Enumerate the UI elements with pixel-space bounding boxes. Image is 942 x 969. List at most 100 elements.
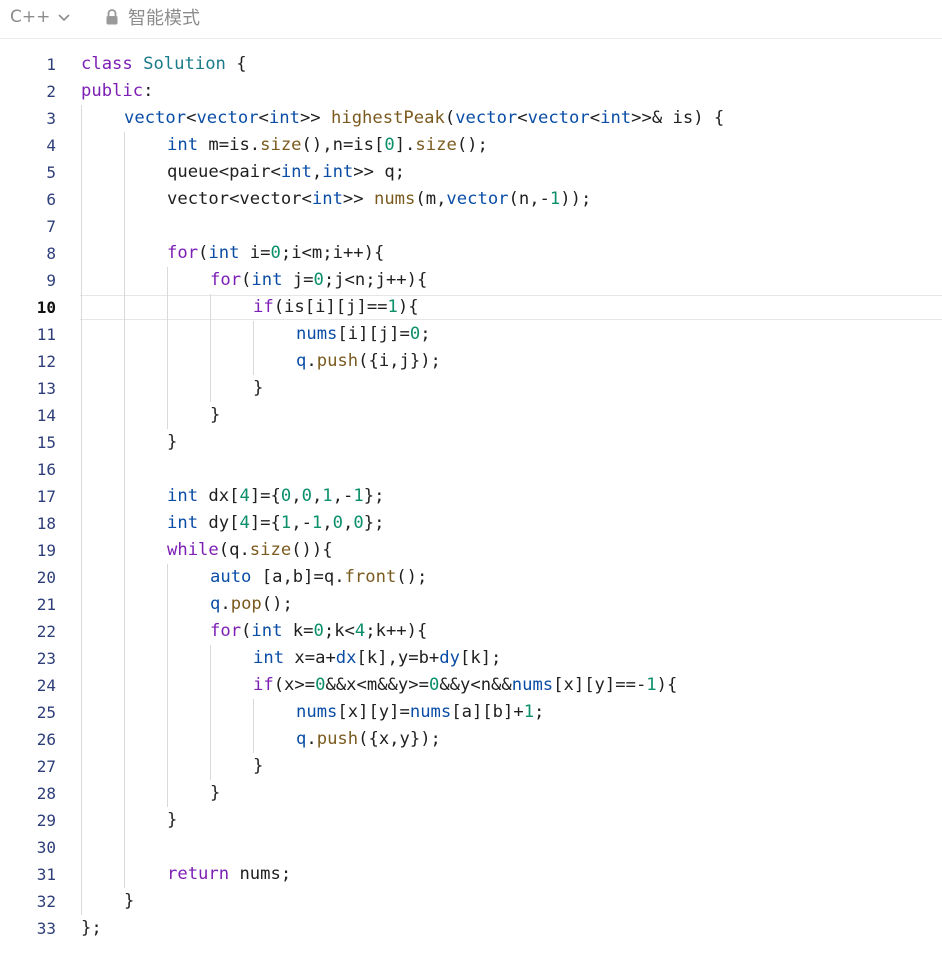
code-line[interactable]: 8 for(int i=0;i<m;i++){: [0, 240, 942, 267]
code-line[interactable]: 21 q.pop();: [0, 591, 942, 618]
code-line[interactable]: 7: [0, 213, 942, 240]
line-number: 1: [46, 55, 56, 74]
line-number: 23: [36, 649, 56, 668]
code-text: vector<vector<int>> highestPeak(vector<v…: [124, 108, 725, 128]
smart-mode-toggle[interactable]: 智能模式: [104, 5, 200, 29]
code-text: vector<vector<int>> nums(m,vector(n,-1))…: [167, 189, 592, 209]
code-line[interactable]: 3 vector<vector<int>> highestPeak(vector<…: [0, 105, 942, 132]
code-text: auto [a,b]=q.front();: [210, 567, 428, 587]
code-line[interactable]: 4 int m=is.size(),n=is[0].size();: [0, 132, 942, 159]
code-line[interactable]: 18 int dy[4]={1,-1,0,0};: [0, 510, 942, 537]
line-number: 31: [36, 865, 56, 884]
indent-guide: [210, 645, 211, 780]
indent-guide: [167, 267, 168, 429]
code-text: queue<pair<int,int>> q;: [167, 162, 406, 182]
code-line[interactable]: 13}: [0, 375, 942, 402]
line-number: 8: [46, 244, 56, 263]
line-number: 20: [36, 568, 56, 587]
code-text: int dy[4]={1,-1,0,0};: [167, 513, 385, 533]
chevron-down-icon: [58, 14, 70, 22]
code-text: int m=is.size(),n=is[0].size();: [167, 135, 488, 155]
code-line[interactable]: 29}: [0, 807, 942, 834]
line-number: 4: [46, 136, 56, 155]
lock-icon: [106, 9, 118, 25]
indent-guide: [210, 294, 211, 402]
code-line[interactable]: 26 q.push({x,y});: [0, 726, 942, 753]
code-line[interactable]: 24 if(x>=0&&x<m&&y>=0&&y<n&&nums[x][y]==-…: [0, 672, 942, 699]
code-text: }: [167, 432, 178, 452]
code-line[interactable]: 2 public:: [0, 78, 942, 105]
code-text: };: [81, 918, 102, 938]
code-editor[interactable]: 1 class Solution { 2 public: 3 vector<vector<…: [0, 50, 942, 969]
code-text: nums[x][y]=nums[a][b]+1;: [296, 702, 545, 722]
code-line[interactable]: 5 queue<pair<int,int>> q;: [0, 159, 942, 186]
code-line[interactable]: 12 q.push({i,j});: [0, 348, 942, 375]
line-number: 25: [36, 703, 56, 722]
code-text: int x=a+dx[k],y=b+dy[k];: [253, 648, 502, 668]
line-number: 27: [36, 757, 56, 776]
line-number: 3: [46, 109, 56, 128]
line-number: 26: [36, 730, 56, 749]
code-line[interactable]: 31 return nums;: [0, 861, 942, 888]
code-text: q.pop();: [210, 594, 293, 614]
code-text: q.push({i,j});: [296, 351, 441, 371]
code-line[interactable]: 19 while(q.size()){: [0, 537, 942, 564]
code-line[interactable]: 10 if(is[i][j]==1){: [0, 294, 942, 321]
code-line[interactable]: 22 for(int k=0;k<4;k++){: [0, 618, 942, 645]
code-line[interactable]: 6 vector<vector<int>> nums(m,vector(n,-1)…: [0, 186, 942, 213]
code-text: }: [253, 378, 264, 398]
code-text: while(q.size()){: [167, 540, 333, 560]
code-text: }: [210, 783, 221, 803]
code-text: nums[i][j]=0;: [296, 324, 431, 344]
line-number: 14: [36, 406, 56, 425]
indent-guide: [167, 564, 168, 807]
line-number: 2: [46, 82, 56, 101]
line-number: 21: [36, 595, 56, 614]
code-line[interactable]: 33};: [0, 915, 942, 942]
language-select[interactable]: C++: [10, 5, 72, 29]
code-line[interactable]: 9 for(int j=0;j<n;j++){: [0, 267, 942, 294]
code-text: class Solution {: [81, 54, 247, 74]
code-line[interactable]: 20 auto [a,b]=q.front();: [0, 564, 942, 591]
code-line[interactable]: 15}: [0, 429, 942, 456]
code-line[interactable]: 16: [0, 456, 942, 483]
line-number: 17: [36, 487, 56, 506]
editor-toolbar: C++ 智能模式: [0, 0, 942, 39]
indent-guide: [253, 321, 254, 375]
code-line[interactable]: 23 int x=a+dx[k],y=b+dy[k];: [0, 645, 942, 672]
code-line[interactable]: 32}: [0, 888, 942, 915]
code-line[interactable]: 14}: [0, 402, 942, 429]
code-text: for(int i=0;i<m;i++){: [167, 243, 385, 263]
indent-guide: [124, 132, 125, 888]
line-number: 33: [36, 919, 56, 938]
code-line[interactable]: 27}: [0, 753, 942, 780]
line-number: 7: [46, 217, 56, 236]
line-number: 9: [46, 271, 56, 290]
code-text: for(int k=0;k<4;k++){: [210, 621, 428, 641]
code-text: }: [124, 891, 135, 911]
line-number: 13: [36, 379, 56, 398]
code-line[interactable]: 30: [0, 834, 942, 861]
code-line[interactable]: 1 class Solution {: [0, 51, 942, 78]
code-line[interactable]: 11 nums[i][j]=0;: [0, 321, 942, 348]
line-number: 29: [36, 811, 56, 830]
line-number: 12: [36, 352, 56, 371]
code-text: if(x>=0&&x<m&&y>=0&&y<n&&nums[x][y]==-1)…: [253, 675, 678, 695]
line-number: 10: [36, 298, 56, 317]
line-number: 30: [36, 838, 56, 857]
code-line[interactable]: 25 nums[x][y]=nums[a][b]+1;: [0, 699, 942, 726]
line-number: 6: [46, 190, 56, 209]
code-text: public:: [81, 81, 154, 101]
code-text: }: [210, 405, 221, 425]
code-line[interactable]: 28}: [0, 780, 942, 807]
code-text: if(is[i][j]==1){: [253, 297, 419, 317]
line-number: 19: [36, 541, 56, 560]
line-number: 5: [46, 163, 56, 182]
code-text: return nums;: [167, 864, 292, 884]
line-number: 16: [36, 460, 56, 479]
line-number: 22: [36, 622, 56, 641]
line-number: 15: [36, 433, 56, 452]
line-number: 32: [36, 892, 56, 911]
indent-guide: [253, 699, 254, 753]
code-line[interactable]: 17 int dx[4]={0,0,1,-1};: [0, 483, 942, 510]
